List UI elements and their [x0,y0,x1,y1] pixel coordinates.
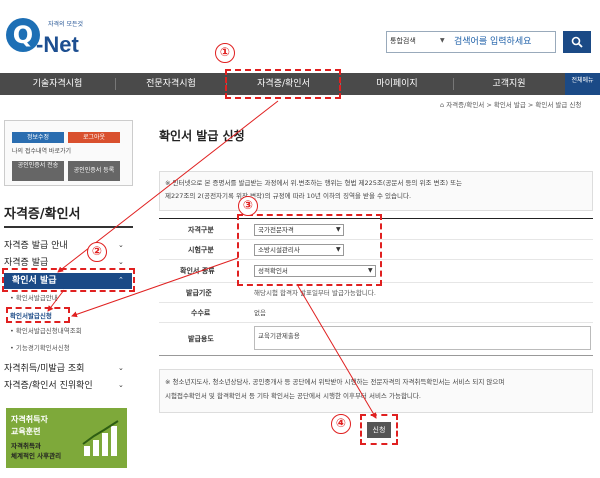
step-marker-3: ③ [238,196,258,216]
arrow-line [47,289,65,312]
step-marker-1: ① [215,43,235,63]
arrow-line [297,285,377,419]
arrow-line [71,257,239,318]
step-marker-2: ② [87,242,107,262]
step-marker-4: ④ [331,414,351,434]
annotation-arrows [47,100,377,419]
